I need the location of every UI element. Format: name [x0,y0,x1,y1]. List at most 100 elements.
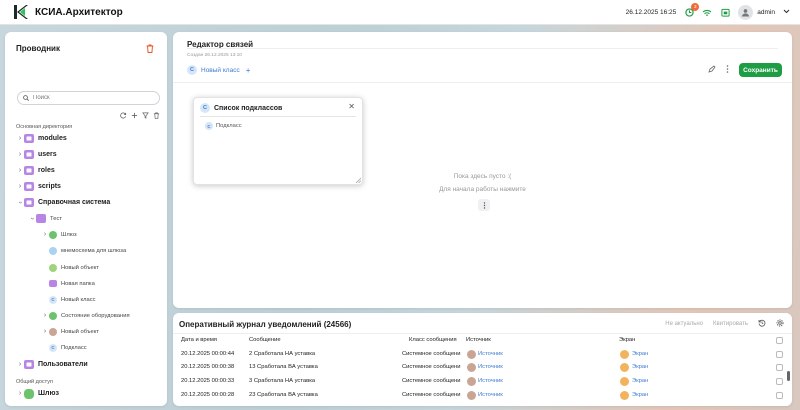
chevron-right-icon[interactable]: › [16,167,24,174]
journal-title: Оперативный журнал уведомлений (24566) [179,320,352,329]
editor-panel: Редактор связей Создан 26.12.2025 13:10 … [173,32,792,308]
explorer-panel: Проводник Основная директория › modules … [5,32,167,406]
edit-icon[interactable] [708,65,716,75]
add-tab-icon[interactable]: + [246,66,251,75]
journal-panel: Оперативный журнал уведомлений (24566) Н… [173,313,792,406]
tree-item-users-ru[interactable]: › Пользователи [16,358,88,371]
object-icon [49,327,57,336]
calendar-icon [721,8,730,17]
source-link[interactable]: Источник [478,392,503,398]
screen-avatar-icon [620,350,629,359]
col-message[interactable]: Сообщение [249,337,281,343]
screen-link[interactable]: Экран [632,392,648,398]
tree-item-users[interactable]: › users [16,148,57,161]
col-source[interactable]: Источник [466,337,491,343]
tree-item-new-class[interactable]: C Новый класс [41,293,96,306]
filter-icon[interactable] [142,112,149,121]
tree-item-help-system[interactable]: › Справочная система [16,196,110,209]
chevron-right-icon[interactable]: › [41,328,49,335]
col-screen[interactable]: Экран [619,337,635,343]
empty-state-text: Пока здесь пусто :( [453,173,512,180]
source-link[interactable]: Источник [478,364,503,370]
row-checkbox[interactable] [776,392,783,399]
source-link[interactable]: Источник [478,378,503,384]
chevron-right-icon[interactable]: › [16,151,24,158]
tree-item-modules[interactable]: › modules [16,132,67,145]
chevron-down-icon[interactable] [783,9,790,16]
source-avatar-icon [467,391,476,400]
source-link[interactable]: Источник [478,351,503,357]
journal-scrollbar[interactable] [787,371,790,381]
gateway-icon [49,230,57,239]
class-icon: C [200,103,210,113]
col-class[interactable]: Класс сообщения [409,337,457,343]
more-vertical-icon [483,201,485,209]
refresh-icon[interactable] [120,112,127,121]
chevron-down-icon[interactable]: › [17,199,24,207]
section-shared-label: Общий доступ [16,379,53,385]
user-avatar[interactable] [738,5,754,20]
chevron-right-icon[interactable]: › [16,390,24,397]
calendar-button[interactable] [720,8,730,18]
row-checkbox[interactable] [776,378,783,385]
screen-link[interactable]: Экран [632,378,648,384]
tree-item-roles[interactable]: › roles [16,164,55,177]
folder-icon [24,360,34,369]
tree-item-gateway[interactable]: › Шлюз [41,228,77,241]
add-icon[interactable] [131,112,138,121]
table-row[interactable]: 20.12.2025 00:00:44 2 Сработала НА устав… [173,348,783,361]
source-avatar-icon [467,363,476,372]
gear-icon[interactable] [776,319,784,329]
tree-item-new-folder[interactable]: Новая папка [41,277,95,290]
chevron-down-icon[interactable]: › [29,215,36,223]
tree-item-equipment-state[interactable]: › Состояние оборудования [41,309,130,322]
screen-link[interactable]: Экран [632,364,648,370]
notification-badge: 3 [691,2,700,11]
empty-state-hint: Для начала работы нажмите [439,186,526,193]
trash-icon[interactable] [153,112,160,121]
subclass-popup[interactable]: C Список подклассов ✕ C Подкласс [193,97,363,185]
search-input[interactable] [33,95,143,101]
tree-item-new-object-2[interactable]: › Новый объект [41,325,99,338]
chevron-right-icon[interactable]: › [41,231,49,238]
state-icon [49,311,57,320]
tree-item-scripts[interactable]: › scripts [16,180,61,193]
wifi-button[interactable] [702,8,712,18]
username[interactable]: admin [757,9,775,16]
close-icon[interactable]: ✕ [348,102,355,111]
more-vertical-icon[interactable] [726,65,729,75]
notifications-button[interactable]: 3 [684,2,700,18]
col-datetime[interactable]: Дата и время [181,337,217,343]
chevron-right-icon[interactable]: › [16,361,24,368]
save-button[interactable]: Сохранить [739,63,782,77]
search-box[interactable] [17,91,160,105]
popup-title: Список подклассов [214,104,283,112]
screen-link[interactable]: Экран [632,351,648,357]
tree-item-mnemonic[interactable]: мнемосхема для шлюза [41,244,126,257]
acknowledge-button[interactable]: Квитировать [713,321,748,327]
row-checkbox[interactable] [776,351,783,358]
delete-button[interactable] [146,44,154,55]
select-all-checkbox[interactable] [776,337,783,344]
history-icon[interactable] [758,319,766,329]
list-item[interactable]: C Подкласс [205,122,242,130]
folder-icon [24,198,34,207]
folder-icon [24,134,34,143]
tree-item-shared-gateway[interactable]: › Шлюз [16,387,59,400]
tree-item-test[interactable]: › Тест [28,212,62,225]
table-row[interactable]: 20.12.2025 00:00:33 3 Сработала НА устав… [173,375,783,388]
chevron-right-icon[interactable]: › [41,312,49,319]
section-main-label: Основная директория [16,124,73,130]
chevron-right-icon[interactable]: › [16,183,24,190]
tree-item-subclass[interactable]: C Подкласс [41,341,87,354]
table-row[interactable]: 20.12.2025 00:00:28 23 Сработала ВА уста… [173,389,783,402]
screen-avatar-icon [620,363,629,372]
chevron-right-icon[interactable]: › [16,135,24,142]
row-checkbox[interactable] [776,364,783,371]
tree-item-new-object[interactable]: Новый объект [41,261,99,274]
explorer-title: Проводник [16,44,60,53]
mark-irrelevant-button[interactable]: Не актуально [665,321,703,327]
empty-state-menu-button[interactable] [478,199,490,211]
table-row[interactable]: 20.12.2025 00:00:38 13 Сработала ВА уста… [173,361,783,374]
tab-new-class[interactable]: Новый класс [201,67,240,74]
